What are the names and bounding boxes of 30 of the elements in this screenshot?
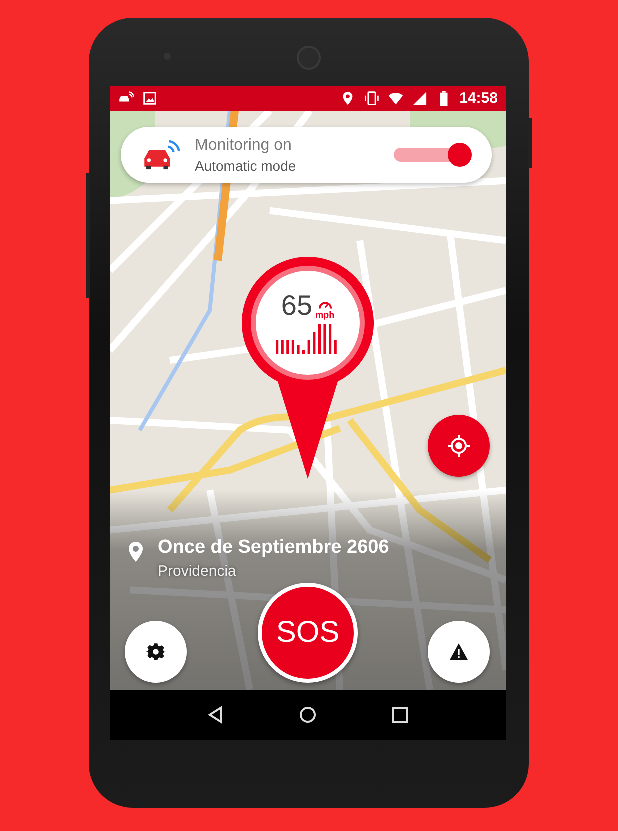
speed-bar [324,324,326,354]
crosshair-icon [447,434,471,458]
speed-unit: mph [316,310,335,320]
signal-icon [412,91,428,106]
area-name: Providencia [158,563,238,580]
vibrate-icon [364,91,380,106]
speed-bar [329,324,332,354]
speed-value: 65 [281,292,313,320]
speed-bar [313,332,316,354]
monitoring-toggle[interactable] [392,143,472,167]
speed-bar [334,340,337,354]
status-time: 14:58 [460,90,498,107]
speed-bar [276,340,279,354]
image-icon [142,91,158,106]
home-icon[interactable] [298,705,318,725]
speed-bar [281,340,284,354]
street-address: Once de Septiembre 2606 [158,537,390,559]
speed-bar [318,324,321,354]
speed-bar [297,345,300,354]
location-pin-icon [128,541,144,563]
recents-icon[interactable] [390,705,410,725]
warning-icon [449,642,469,662]
speed-bar [292,340,294,354]
monitoring-status: Monitoring on [195,136,293,154]
speed-bar [286,340,290,354]
wifi-icon [388,91,404,106]
speed-bar [302,350,306,354]
speed-bar [308,340,310,354]
mode-label: Automatic mode [195,158,298,174]
settings-icon [146,642,166,662]
